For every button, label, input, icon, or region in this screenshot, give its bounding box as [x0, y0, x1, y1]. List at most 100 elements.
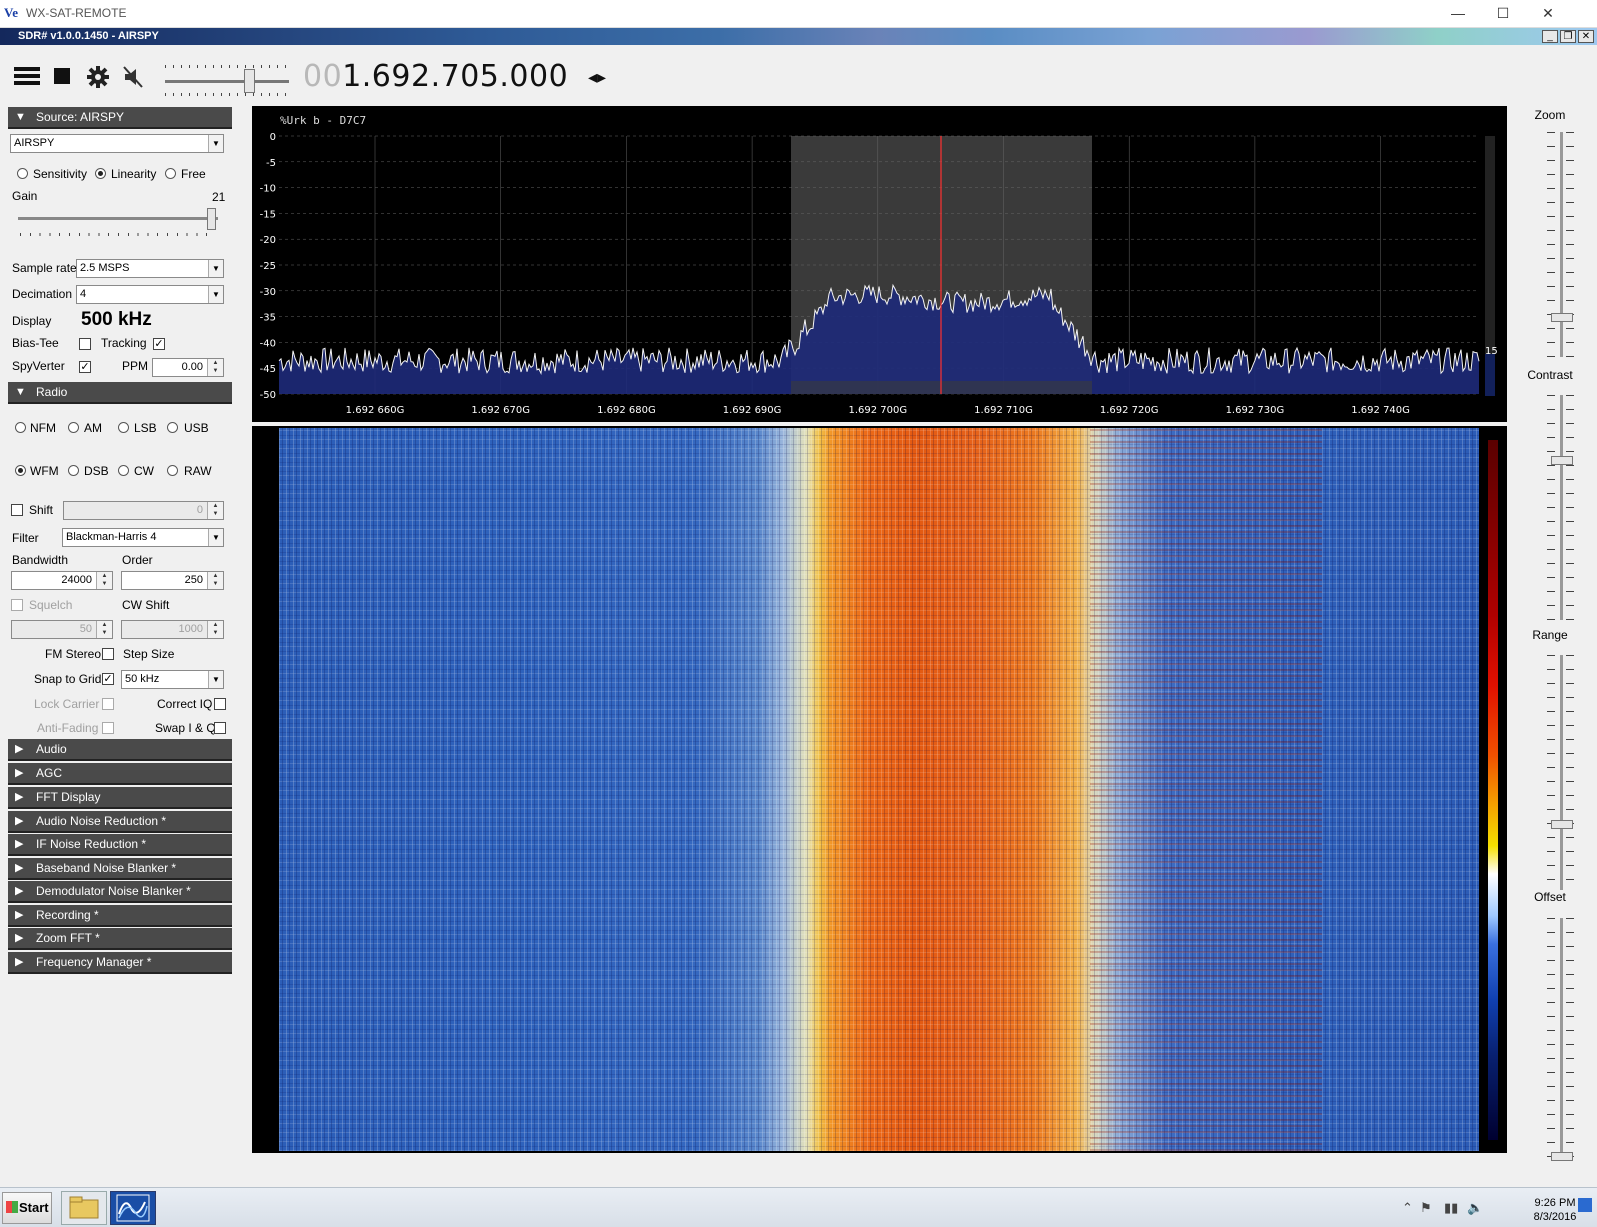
squelch-spinner[interactable]: 50 ▲ ▼: [11, 620, 113, 639]
snap-to-grid-checkbox[interactable]: ✓: [102, 673, 114, 685]
volume-slider[interactable]: [165, 80, 289, 83]
mute-icon[interactable]: [122, 65, 146, 94]
close-button[interactable]: ✕: [1528, 2, 1568, 26]
filter-select[interactable]: Blackman-Harris 4 ▼: [62, 528, 224, 547]
section-if-noise-reduction-label: IF Noise Reduction *: [36, 837, 147, 851]
windows-logo-icon: [6, 1201, 18, 1213]
decimation-select[interactable]: 4 ▼: [76, 285, 224, 304]
offset-slider[interactable]: [1560, 918, 1563, 1158]
spinner-arrows-icon[interactable]: ▲ ▼: [207, 359, 223, 376]
zoom-slider[interactable]: [1560, 132, 1563, 357]
order-value: 250: [184, 574, 203, 586]
section-fft-display[interactable]: ▶ FFT Display: [8, 787, 232, 809]
section-recording[interactable]: ▶ Recording *: [8, 905, 232, 927]
frequency-display[interactable]: 001.692.705.000: [303, 59, 568, 94]
ppm-spinner[interactable]: 0.00 ▲ ▼: [152, 358, 224, 377]
volume-icon[interactable]: 🔈: [1467, 1200, 1483, 1216]
tracking-checkbox[interactable]: ✓: [153, 338, 165, 350]
bandwidth-spinner[interactable]: 24000 ▲ ▼: [11, 571, 113, 590]
taskbar-sdrsharp[interactable]: [110, 1191, 156, 1225]
radio-lsb[interactable]: [118, 422, 129, 433]
bias-tee-checkbox[interactable]: [79, 338, 91, 350]
radio-wfm[interactable]: [15, 465, 26, 476]
device-select[interactable]: AIRSPY ▼: [10, 134, 224, 153]
radio-usb[interactable]: [167, 422, 178, 433]
correct-iq-checkbox[interactable]: [214, 698, 226, 710]
sdr-close-button[interactable]: ✕: [1578, 30, 1594, 43]
fm-stereo-checkbox[interactable]: [102, 648, 114, 660]
maximize-button[interactable]: ☐: [1483, 2, 1523, 26]
section-demodulator-noise-blanker[interactable]: ▶ Demodulator Noise Blanker *: [8, 881, 232, 903]
show-desktop-icon[interactable]: [1578, 1198, 1592, 1212]
lock-carrier-checkbox[interactable]: [102, 698, 114, 710]
radio-nfm[interactable]: [15, 422, 26, 433]
volume-slider-thumb[interactable]: [244, 69, 255, 93]
network-icon[interactable]: ▮▮: [1444, 1200, 1458, 1216]
offset-slider-thumb[interactable]: [1551, 1152, 1573, 1161]
spinner-arrows-icon[interactable]: ▲ ▼: [207, 621, 223, 638]
spyverter-checkbox[interactable]: ✓: [79, 361, 91, 373]
spinner-arrows-icon[interactable]: ▲ ▼: [96, 621, 112, 638]
range-slider-thumb[interactable]: [1551, 820, 1573, 829]
section-baseband-noise-blanker[interactable]: ▶ Baseband Noise Blanker *: [8, 858, 232, 880]
spinner-arrows-icon[interactable]: ▲ ▼: [96, 572, 112, 589]
zoom-slider-thumb[interactable]: [1551, 313, 1573, 322]
radio-raw[interactable]: [167, 465, 178, 476]
radio-sensitivity-label: Sensitivity: [33, 167, 88, 181]
tuning-arrows-icon[interactable]: ◂▸: [588, 67, 606, 88]
gain-slider[interactable]: [18, 217, 218, 220]
section-radio[interactable]: ▼ Radio: [8, 382, 232, 404]
expand-triangle-icon: ▶: [15, 862, 24, 874]
spectrum-analyzer[interactable]: 0 -5 -10 -15 -20 -25 -30 -35 -40 -45 -50 1.692 660…: [252, 106, 1507, 422]
spinner-arrows-icon[interactable]: ▲ ▼: [207, 572, 223, 589]
squelch-checkbox[interactable]: [11, 599, 23, 611]
sample-rate-select[interactable]: 2.5 MSPS ▼: [76, 259, 224, 278]
section-source[interactable]: ▼ Source: AIRSPY: [8, 107, 232, 129]
gear-icon[interactable]: [86, 65, 110, 94]
sdr-minimize-button[interactable]: _: [1542, 30, 1558, 43]
radio-linearity[interactable]: [95, 168, 106, 179]
spinner-arrows-icon[interactable]: ▲ ▼: [207, 502, 223, 519]
order-spinner[interactable]: 250 ▲ ▼: [121, 571, 224, 590]
radio-sensitivity[interactable]: [17, 168, 28, 179]
clock[interactable]: 9:26 PM 8/3/2016: [1525, 1196, 1585, 1224]
stop-icon[interactable]: [54, 65, 72, 92]
section-frequency-manager[interactable]: ▶ Frequency Manager *: [8, 952, 232, 974]
radio-free[interactable]: [165, 168, 176, 179]
menu-icon[interactable]: [14, 65, 40, 92]
gain-slider-thumb[interactable]: [207, 208, 216, 230]
radio-am[interactable]: [68, 422, 79, 433]
radio-cw[interactable]: [118, 465, 129, 476]
section-audio-noise-reduction[interactable]: ▶ Audio Noise Reduction *: [8, 811, 232, 833]
tray-expand-icon[interactable]: ⌃: [1402, 1200, 1413, 1216]
anti-fading-checkbox[interactable]: [102, 722, 114, 734]
contrast-slider[interactable]: [1560, 395, 1563, 620]
sdr-restore-button[interactable]: ❐: [1560, 30, 1576, 43]
waterfall-display[interactable]: [252, 426, 1507, 1153]
section-audio[interactable]: ▶ Audio: [8, 739, 232, 761]
section-zoom-fft[interactable]: ▶ Zoom FFT *: [8, 928, 232, 950]
action-center-icon[interactable]: ⚑: [1420, 1200, 1432, 1216]
step-size-select[interactable]: 50 kHz ▼: [121, 670, 224, 689]
cw-shift-spinner[interactable]: 1000 ▲ ▼: [121, 620, 224, 639]
spectrum-y-tick: -30: [260, 287, 276, 298]
taskbar-explorer[interactable]: [61, 1191, 107, 1225]
shift-checkbox[interactable]: [11, 504, 23, 516]
collapse-triangle-icon: ▼: [15, 111, 26, 123]
snap-to-grid-label: Snap to Grid: [34, 672, 102, 686]
minimize-button[interactable]: —: [1438, 2, 1478, 26]
radio-dsb[interactable]: [68, 465, 79, 476]
ppm-label: PPM: [122, 359, 149, 373]
sdr-window-title: SDR# v1.0.0.1450 - AIRSPY: [18, 30, 159, 42]
offset-ticks-right: [1566, 918, 1574, 1158]
expand-triangle-icon: ▶: [15, 791, 24, 803]
range-slider[interactable]: [1560, 655, 1563, 890]
start-button[interactable]: Start: [2, 1192, 52, 1224]
spectrum-fill: [279, 285, 1479, 394]
contrast-slider-thumb[interactable]: [1551, 456, 1573, 465]
section-if-noise-reduction[interactable]: ▶ IF Noise Reduction *: [8, 834, 232, 856]
section-agc[interactable]: ▶ AGC: [8, 763, 232, 785]
sdr-app-icon: [116, 1194, 150, 1222]
shift-spinner[interactable]: 0 ▲ ▼: [63, 501, 224, 520]
swap-iq-checkbox[interactable]: [214, 722, 226, 734]
